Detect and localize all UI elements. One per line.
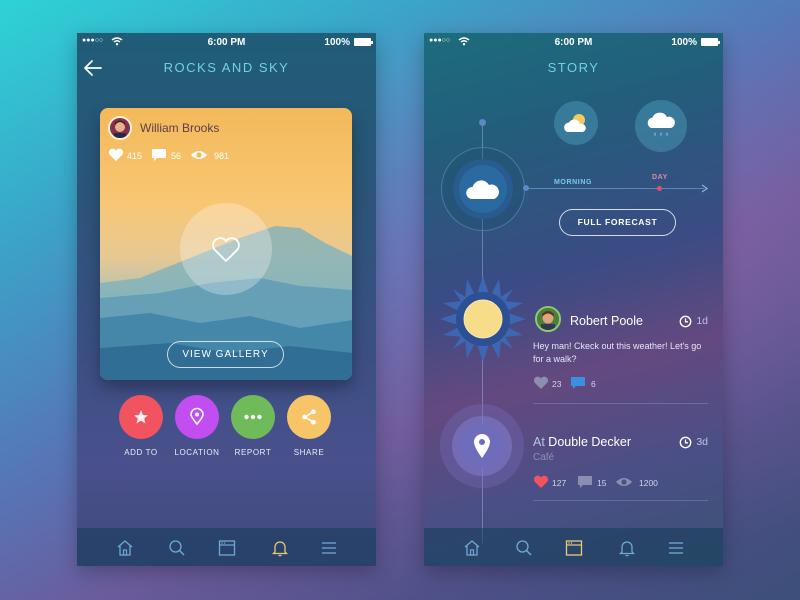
location-node[interactable] xyxy=(460,424,504,468)
add-to-label: ADD TO xyxy=(124,448,158,457)
location-label: LOCATION xyxy=(174,448,220,457)
post-time: 1d xyxy=(679,315,708,328)
sun-node[interactable] xyxy=(440,276,526,362)
checkin-prefix: At xyxy=(533,435,545,449)
star-icon xyxy=(134,410,148,424)
forecast-timeline xyxy=(526,188,704,189)
page-title: STORY xyxy=(547,60,600,75)
comment-icon xyxy=(578,476,592,488)
share-label: SHARE xyxy=(293,448,325,457)
morning-label[interactable]: MORNING xyxy=(554,179,592,186)
checkin-title[interactable]: At Double Decker xyxy=(533,435,631,449)
status-bar: ●●●○○ 6:00 PM 100% xyxy=(424,33,723,51)
likes-count: 127 xyxy=(552,478,567,488)
comment-icon xyxy=(571,377,585,389)
rain-forecast[interactable] xyxy=(635,100,687,152)
view-gallery-button[interactable]: VIEW GALLERY xyxy=(167,341,284,368)
checkin-place[interactable]: Double Decker xyxy=(548,435,631,449)
views-count: 1200 xyxy=(639,478,658,488)
action-bar: ADD TO LOCATION REPORT SHARE xyxy=(77,395,376,465)
comments-count: 6 xyxy=(591,379,596,389)
author-name[interactable]: William Brooks xyxy=(140,121,219,135)
cloud-icon xyxy=(466,180,499,199)
heart-icon xyxy=(533,475,549,488)
day-label[interactable]: DAY xyxy=(652,174,668,181)
rocks-and-sky-screen: ●●●○○ 6:00 PM 100% ROCKS AND SKY William… xyxy=(77,33,376,566)
browser-icon[interactable] xyxy=(564,538,584,558)
chevron-right-icon[interactable] xyxy=(701,184,709,193)
heart-icon xyxy=(533,376,549,389)
post-message: Hey man! Ckeck out this weather! Let's g… xyxy=(533,341,702,364)
location-pin-icon xyxy=(190,407,204,426)
timeline-start-dot xyxy=(479,119,486,126)
post-author[interactable]: Robert Poole xyxy=(570,314,643,328)
likes-count: 23 xyxy=(552,379,562,389)
report-label: REPORT xyxy=(234,448,272,457)
location-button[interactable]: LOCATION xyxy=(167,395,227,457)
browser-icon[interactable] xyxy=(217,538,237,558)
location-circle xyxy=(175,395,219,439)
bell-icon[interactable] xyxy=(270,538,290,558)
post-time-value: 1d xyxy=(696,315,708,327)
checkin-subtitle: Café xyxy=(533,452,555,463)
tab-bar xyxy=(77,528,376,566)
clock-icon xyxy=(679,315,692,328)
photo-card[interactable]: William Brooks 415 56 981 VIEW GALLERY xyxy=(100,108,352,380)
story-post-robert[interactable]: Robert Poole 1d Hey man! Ckeck out this … xyxy=(533,306,708,396)
divider xyxy=(533,403,708,404)
avatar[interactable] xyxy=(108,116,132,140)
views-count: 981 xyxy=(214,151,230,161)
battery-percent: 100% xyxy=(671,37,697,48)
heart-icon xyxy=(108,148,124,161)
menu-icon[interactable] xyxy=(319,538,339,558)
story-screen: ●●●○○ 6:00 PM 100% STORY MORNING DAY FUL… xyxy=(424,33,723,566)
current-weather-node[interactable] xyxy=(453,159,513,219)
rain-cloud-icon xyxy=(647,112,675,136)
nav-bar: ROCKS AND SKY xyxy=(77,51,376,85)
share-button[interactable]: SHARE xyxy=(279,395,339,457)
nav-bar: STORY xyxy=(424,51,723,85)
battery-percent: 100% xyxy=(324,37,350,48)
battery-icon xyxy=(354,38,373,46)
battery-icon xyxy=(701,38,720,46)
forecast-start-dot xyxy=(523,185,529,191)
comments-count: 15 xyxy=(597,478,607,488)
add-to-button[interactable]: ADD TO xyxy=(111,395,171,457)
avatar[interactable] xyxy=(535,306,561,332)
bell-icon[interactable] xyxy=(617,538,637,558)
divider xyxy=(533,500,708,501)
day-marker-dot xyxy=(657,186,662,191)
full-forecast-button[interactable]: FULL FORECAST xyxy=(559,209,676,236)
report-circle xyxy=(231,395,275,439)
story-post-checkin[interactable]: At Double Decker 3d Café 127 15 1200 xyxy=(533,435,708,495)
eye-icon xyxy=(616,478,632,486)
share-icon xyxy=(302,409,316,425)
post-time: 3d xyxy=(679,436,708,449)
report-button[interactable]: REPORT xyxy=(223,395,283,457)
comment-icon xyxy=(152,149,166,161)
search-icon[interactable] xyxy=(514,538,534,558)
sunny-cloudy-forecast[interactable] xyxy=(554,101,598,145)
location-pin-icon xyxy=(474,434,490,458)
menu-icon[interactable] xyxy=(666,538,686,558)
more-dots-icon xyxy=(244,414,262,420)
add-to-circle xyxy=(119,395,163,439)
partly-sunny-icon xyxy=(564,114,586,132)
search-icon[interactable] xyxy=(167,538,187,558)
likes-count: 415 xyxy=(127,151,143,161)
tab-bar xyxy=(424,528,723,566)
page-title: ROCKS AND SKY xyxy=(163,60,290,75)
home-icon[interactable] xyxy=(115,538,135,558)
status-bar: ●●●○○ 6:00 PM 100% xyxy=(77,33,376,51)
share-circle xyxy=(287,395,331,439)
post-time-value: 3d xyxy=(696,436,708,448)
heart-outline-icon xyxy=(212,237,240,262)
like-button[interactable] xyxy=(180,203,272,295)
clock-icon xyxy=(679,436,692,449)
comments-count: 56 xyxy=(171,151,182,161)
home-icon[interactable] xyxy=(462,538,482,558)
eye-icon xyxy=(191,151,207,159)
